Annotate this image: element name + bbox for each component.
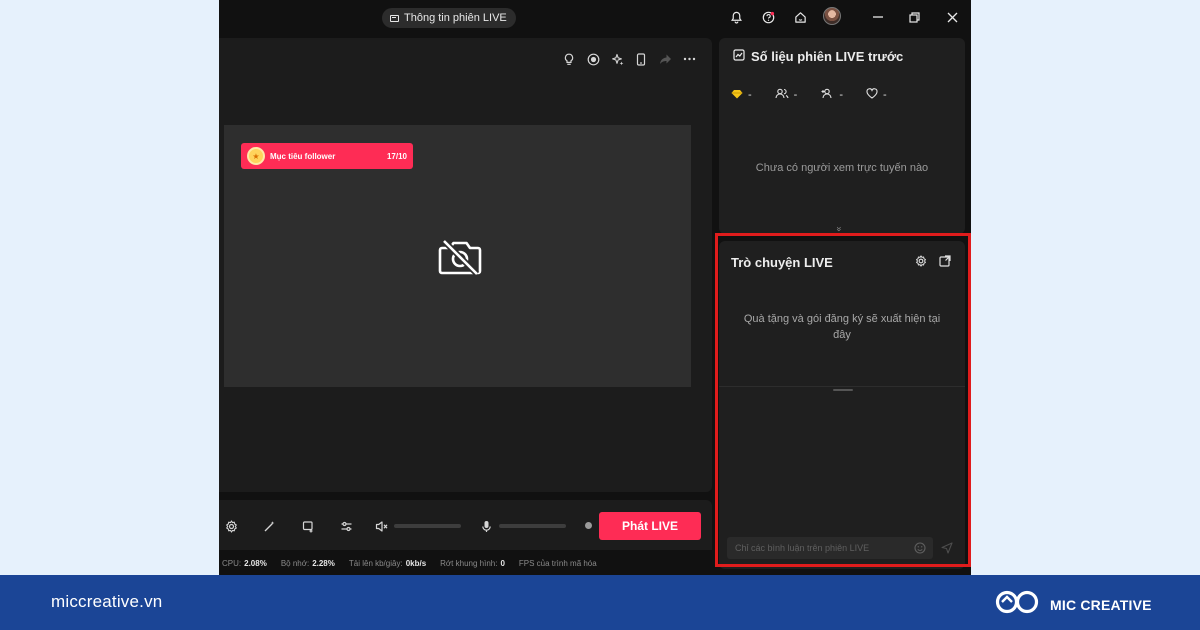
- metric-viewers: -: [775, 88, 798, 102]
- info-card-icon: [390, 14, 399, 22]
- send-icon[interactable]: [941, 541, 953, 559]
- metric-value: -: [839, 89, 844, 101]
- diamond-icon: [731, 89, 743, 102]
- restore-window-icon[interactable]: [904, 7, 924, 27]
- chat-settings-icon[interactable]: [915, 254, 927, 272]
- brand-logo: MIC CREATIVE: [994, 588, 1152, 621]
- help-icon[interactable]: [758, 7, 778, 27]
- live-studio-window: Thông tin phiên LIVE ★ Mục tiêu follower…: [219, 0, 971, 575]
- close-icon[interactable]: [942, 7, 962, 27]
- microphone-icon[interactable]: [477, 517, 495, 535]
- metric-diamonds: -: [731, 88, 752, 102]
- metric-value: -: [748, 89, 752, 101]
- chat-divider: [719, 386, 965, 387]
- emoji-icon[interactable]: [914, 541, 926, 559]
- expand-metrics-button[interactable]: »: [835, 226, 845, 231]
- lightbulb-icon[interactable]: [560, 50, 578, 68]
- memory-label: Bộ nhớ:: [280, 558, 310, 568]
- new-follower-icon: [820, 88, 834, 102]
- speaker-volume-slider[interactable]: [394, 524, 461, 528]
- magic-wand-icon[interactable]: [260, 517, 278, 535]
- metric-value: -: [793, 89, 798, 101]
- add-source-icon[interactable]: [299, 517, 317, 535]
- audio-status-dot: [585, 522, 592, 529]
- sparkle-effects-icon[interactable]: [608, 50, 626, 68]
- chat-comment-input[interactable]: [727, 537, 933, 559]
- gift-notice: Quà tặng và gói đăng ký sẽ xuất hiện tại…: [743, 313, 941, 341]
- resize-handle[interactable]: [833, 389, 853, 391]
- memory-value: 2.28%: [312, 558, 335, 568]
- microphone-volume-slider[interactable]: [499, 524, 566, 528]
- upload-value: 0kb/s: [405, 558, 427, 568]
- control-bar: Phát LIVE: [219, 500, 712, 550]
- website-url: miccreative.vn: [51, 592, 163, 611]
- user-avatar[interactable]: [823, 7, 841, 25]
- settings-gear-icon[interactable]: [222, 517, 240, 535]
- cpu-value: 2.08%: [244, 558, 267, 568]
- home-icon[interactable]: [790, 7, 810, 27]
- performance-stats-bar: CPU: 2.08% Bộ nhớ: 2.28% Tải lên kb/giây…: [219, 554, 712, 572]
- encoder-fps-label: FPS của trình mã hóa: [518, 558, 597, 568]
- goal-count: 17/10: [386, 151, 407, 161]
- chart-trend-icon: [733, 49, 745, 64]
- metrics-row: - - - -: [731, 88, 887, 102]
- follower-goal-widget[interactable]: ★ Mục tiêu follower 17/10: [241, 143, 413, 169]
- share-icon[interactable]: [656, 50, 674, 68]
- chat-toolbar: [915, 254, 951, 272]
- record-icon[interactable]: [584, 50, 602, 68]
- more-options-icon[interactable]: [680, 50, 698, 68]
- chat-title: Trò chuyện LIVE: [731, 255, 833, 270]
- metrics-title: Số liệu phiên LIVE trước: [733, 49, 903, 64]
- live-chat-panel: Trò chuyện LIVE Quà tặng và gói đăng ký …: [719, 241, 965, 569]
- infinity-logo-icon: [994, 588, 1040, 621]
- notification-bell-icon[interactable]: [726, 7, 746, 27]
- title-bar: Thông tin phiên LIVE: [219, 0, 971, 34]
- previous-live-metrics-panel: Số liệu phiên LIVE trước - - - - Chưa có…: [719, 38, 965, 234]
- minimize-icon[interactable]: [868, 7, 888, 27]
- dropped-frames-label: Rớt khung hình:: [440, 558, 498, 568]
- brand-name: MIC CREATIVE: [1050, 596, 1152, 613]
- stream-preview-panel: ★ Mục tiêu follower 17/10: [219, 38, 712, 492]
- no-viewers-message: Chưa có người xem trực tuyến nào: [755, 162, 929, 174]
- phone-layout-icon[interactable]: [632, 50, 650, 68]
- brand-footer: miccreative.vn MIC CREATIVE: [0, 575, 1200, 630]
- metric-likes: -: [866, 88, 887, 102]
- preview-toolbar: [560, 50, 698, 68]
- metrics-title-text: Số liệu phiên LIVE trước: [751, 49, 904, 64]
- speaker-muted-icon[interactable]: [372, 517, 390, 535]
- viewers-icon: [775, 88, 789, 102]
- live-info-label: Thông tin phiên LIVE: [404, 12, 507, 24]
- cpu-label: CPU:: [222, 558, 242, 568]
- goal-label: Mục tiêu follower: [270, 151, 336, 161]
- upload-label: Tải lên kb/giây:: [348, 558, 403, 568]
- video-canvas[interactable]: ★ Mục tiêu follower 17/10: [224, 125, 691, 387]
- metric-new-followers: -: [820, 88, 843, 102]
- camera-off-icon: [437, 238, 483, 281]
- live-info-button[interactable]: Thông tin phiên LIVE: [382, 8, 516, 28]
- heart-icon: [866, 88, 878, 102]
- popout-window-icon[interactable]: [939, 254, 951, 272]
- go-live-button[interactable]: Phát LIVE: [599, 512, 701, 540]
- adjustments-icon[interactable]: [337, 517, 355, 535]
- dropped-frames-value: 0: [500, 558, 505, 568]
- metric-value: -: [883, 89, 887, 101]
- medal-icon: ★: [247, 147, 265, 165]
